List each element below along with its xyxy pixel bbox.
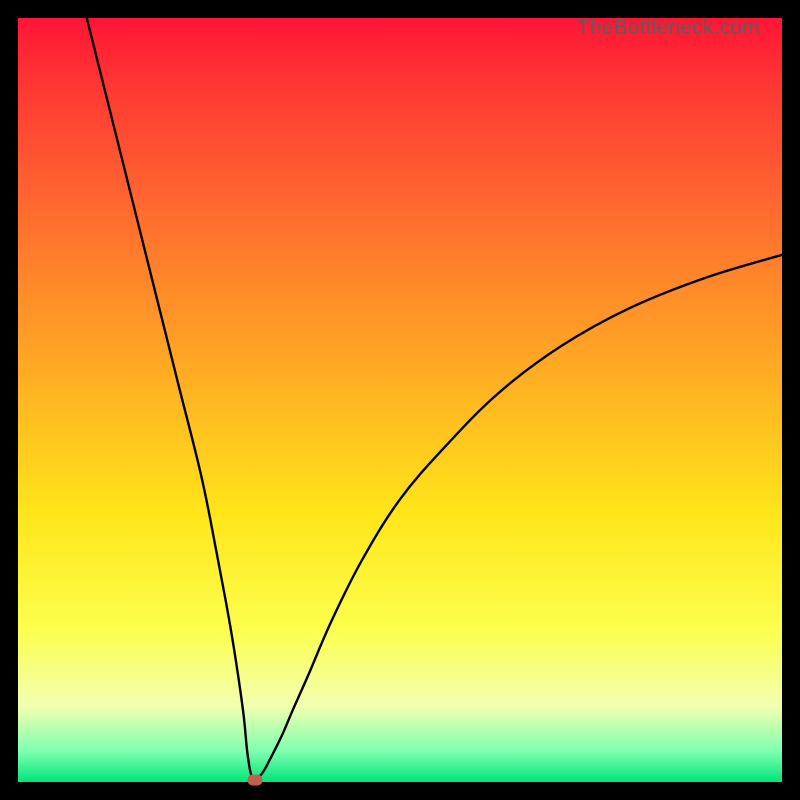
chart-plot-area: TheBottleneck.com xyxy=(18,18,782,782)
optimal-point-marker xyxy=(247,774,262,785)
bottleneck-curve xyxy=(18,18,782,782)
